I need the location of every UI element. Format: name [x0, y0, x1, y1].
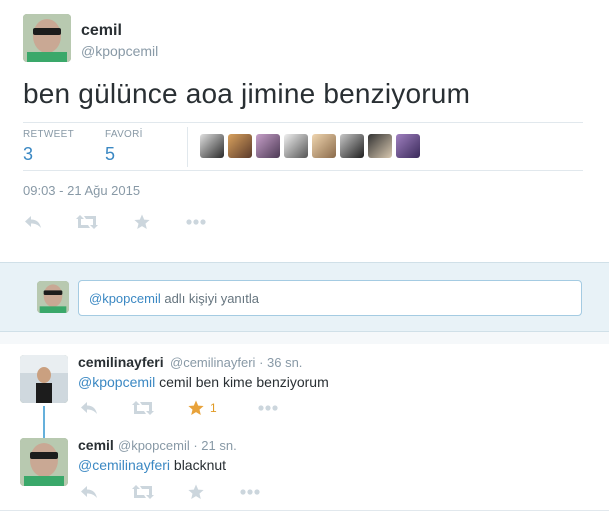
reply-button[interactable] [80, 400, 132, 416]
more-button[interactable] [240, 489, 260, 495]
reply-icon [81, 402, 97, 414]
reply-button[interactable] [24, 214, 76, 230]
favorite-button[interactable] [188, 484, 240, 500]
stats-divider-bottom [23, 170, 583, 171]
favorite-count: 1 [210, 401, 217, 415]
reply-author-handle-time[interactable]: @cemilinayferi · 36 sn. [170, 355, 302, 370]
reply-actions [80, 484, 260, 500]
reply-body: cemil ben kime benziyorum [155, 374, 329, 390]
reply-author-name[interactable]: cemil [78, 437, 114, 453]
reply-author-avatar[interactable] [20, 438, 68, 486]
reply-button[interactable] [80, 484, 132, 500]
retweet-label: RETWEET [23, 129, 74, 140]
retweet-icon [132, 401, 154, 415]
reply-mention[interactable]: @cemilinayferi [78, 457, 170, 473]
retweet-button[interactable] [76, 215, 134, 229]
conversation-thread-line [43, 406, 45, 438]
main-tweet: cemil @kpopcemil ben gülünce aoa jimine … [0, 0, 609, 262]
reply-compose-bar: @kpopcemil adlı kişiyi yanıtla [0, 262, 609, 332]
favoriters-list [200, 134, 420, 158]
favorite-button[interactable] [134, 214, 186, 230]
reply-text: @kpopcemil cemil ben kime benziyorum [78, 374, 329, 390]
favoriter-avatar[interactable] [396, 134, 420, 158]
reply-mention[interactable]: @kpopcemil [78, 374, 155, 390]
reply-input[interactable]: @kpopcemil adlı kişiyi yanıtla [78, 280, 582, 316]
reply-icon [81, 486, 97, 498]
reply-time: · 36 sn. [255, 355, 303, 370]
favoriter-avatar[interactable] [284, 134, 308, 158]
reply-body: blacknut [170, 457, 227, 473]
reply-input-mention: @kpopcemil [89, 291, 161, 306]
stats-divider-top [23, 122, 583, 123]
retweet-button[interactable] [132, 485, 188, 499]
favoriter-avatar[interactable] [228, 134, 252, 158]
retweet-icon [76, 215, 98, 229]
more-button[interactable] [258, 405, 278, 411]
main-tweet-actions [24, 214, 206, 230]
favorite-stat[interactable]: FAVORİ 5 [105, 129, 143, 165]
stats-vertical-divider [187, 127, 188, 167]
star-icon [134, 214, 150, 229]
more-button[interactable] [186, 219, 206, 225]
reply-text: @cemilinayferi blacknut [78, 457, 226, 473]
author-avatar[interactable] [23, 14, 71, 62]
favorite-button[interactable]: 1 [188, 400, 258, 416]
section-separator [0, 332, 609, 344]
reply-input-placeholder: adlı kişiyi yanıtla [160, 291, 259, 306]
favorite-count: 5 [105, 144, 116, 164]
retweet-button[interactable] [132, 401, 188, 415]
author-handle[interactable]: @kpopcemil [81, 43, 158, 59]
favoriter-avatar[interactable] [256, 134, 280, 158]
retweet-stat[interactable]: RETWEET 3 [23, 129, 74, 165]
star-icon [188, 484, 204, 499]
bottom-divider [0, 510, 609, 511]
more-icon [240, 489, 260, 495]
star-icon [188, 400, 204, 415]
reply-author-handle: @kpopcemil [118, 438, 190, 453]
reply-icon [25, 216, 41, 228]
retweet-icon [132, 485, 154, 499]
reply-author-name[interactable]: cemilinayferi [78, 354, 164, 370]
current-user-avatar [37, 281, 69, 313]
reply-author-handle-time[interactable]: @kpopcemil · 21 sn. [118, 438, 237, 453]
reply-author-avatar[interactable] [20, 355, 68, 403]
reply-actions: 1 [80, 400, 278, 416]
favoriter-avatar[interactable] [200, 134, 224, 158]
more-icon [186, 219, 206, 225]
favoriter-avatar[interactable] [340, 134, 364, 158]
reply-time: · 21 sn. [189, 438, 237, 453]
favorite-label: FAVORİ [105, 129, 143, 140]
author-name[interactable]: cemil [81, 22, 122, 40]
favoriter-avatar[interactable] [312, 134, 336, 158]
reply-author-handle: @cemilinayferi [170, 355, 256, 370]
favoriter-avatar[interactable] [368, 134, 392, 158]
retweet-count: 3 [23, 144, 34, 164]
tweet-text: ben gülünce aoa jimine benziyorum [23, 78, 471, 109]
more-icon [258, 405, 278, 411]
tweet-timestamp[interactable]: 09:03 - 21 Ağu 2015 [23, 183, 140, 198]
